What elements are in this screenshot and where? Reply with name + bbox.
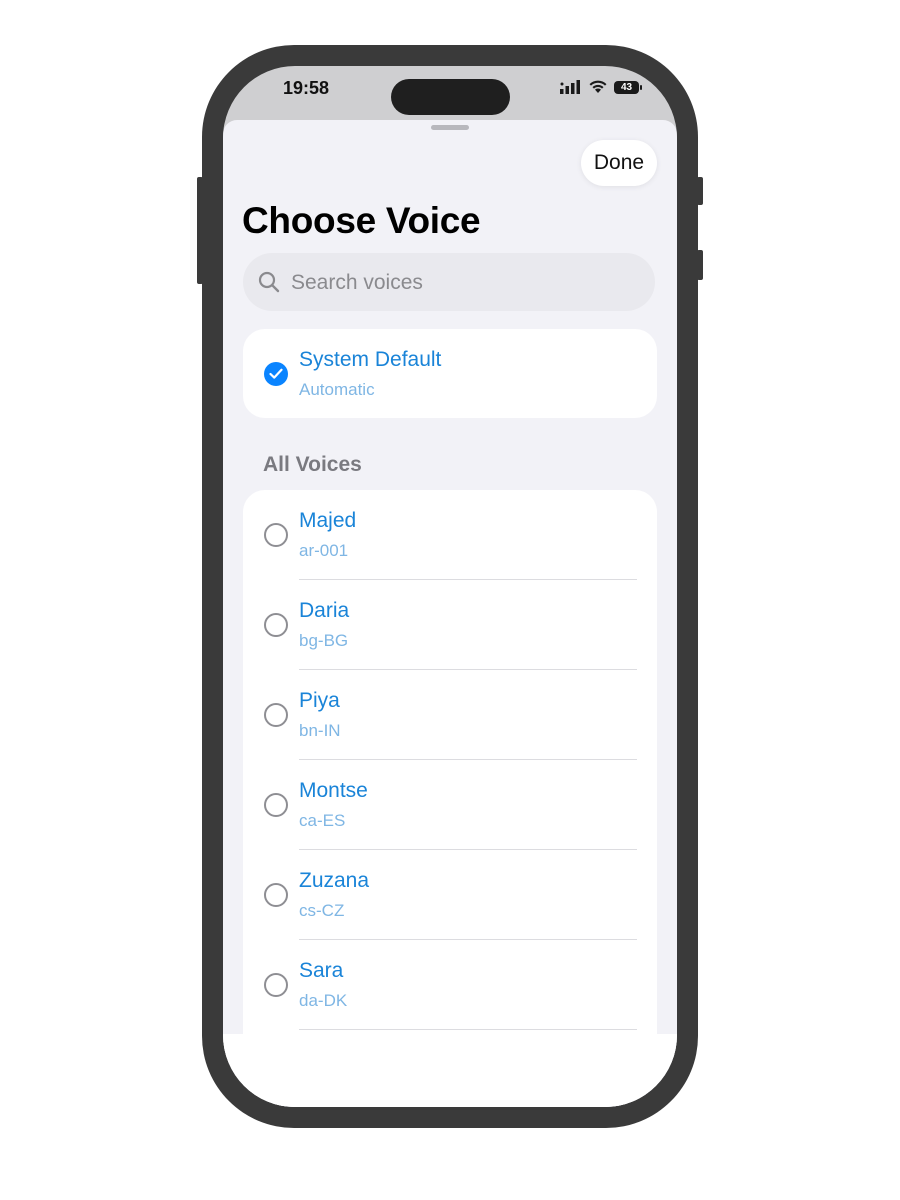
voice-row[interactable]: Piya bn-IN <box>243 670 657 760</box>
radio-empty-icon <box>264 883 288 907</box>
voice-locale: da-DK <box>299 991 348 1010</box>
status-bar: 19:58 43 <box>223 66 677 118</box>
page-title: Choose Voice <box>242 200 481 241</box>
voice-name: Daria <box>299 599 350 622</box>
sheet-grabber[interactable] <box>431 125 469 130</box>
side-button-upper <box>697 177 703 205</box>
default-voice-row[interactable]: System Default Automatic <box>243 329 657 418</box>
choose-voice-sheet: Done Choose Voice System Default Automat… <box>223 120 677 1107</box>
screen: 19:58 43 Done Choose Voice Search voices… <box>223 66 677 1107</box>
voice-name: Zuzana <box>299 869 370 892</box>
voice-row[interactable]: Montse ca-ES <box>243 760 657 850</box>
voice-name: Sara <box>299 959 344 982</box>
radio-empty-icon <box>264 613 288 637</box>
wifi-icon <box>589 80 607 93</box>
radio-empty-icon <box>264 793 288 817</box>
voice-row[interactable]: Daria bg-BG <box>243 580 657 670</box>
signal-icon <box>560 80 580 94</box>
voice-name: Majed <box>299 509 357 532</box>
silent-switch <box>197 177 203 284</box>
default-voice-card: System Default Automatic <box>243 329 657 418</box>
side-button-lower <box>697 250 703 280</box>
search-input[interactable] <box>289 253 633 313</box>
voices-list: Majed ar-001 Daria bg-BG Piya bn-IN Mont… <box>243 490 657 1107</box>
bottom-safe-area <box>223 1034 677 1107</box>
row-divider <box>299 1029 637 1030</box>
search-icon <box>258 271 280 293</box>
voice-locale: ar-001 <box>299 541 349 560</box>
voice-locale: ca-ES <box>299 811 346 830</box>
checkmark-icon <box>264 362 288 386</box>
voice-row[interactable]: Zuzana cs-CZ <box>243 850 657 940</box>
section-header-all-voices: All Voices <box>263 453 362 476</box>
done-button[interactable]: Done <box>581 140 657 186</box>
default-voice-name: System Default <box>299 348 442 371</box>
radio-empty-icon <box>264 973 288 997</box>
voice-row[interactable]: Majed ar-001 <box>243 490 657 580</box>
status-time: 19:58 <box>283 78 330 98</box>
dynamic-island <box>391 79 510 115</box>
voice-locale: bn-IN <box>299 721 341 740</box>
radio-empty-icon <box>264 703 288 727</box>
radio-empty-icon <box>264 523 288 547</box>
voice-row[interactable]: Sara da-DK <box>243 940 657 1030</box>
voice-locale: cs-CZ <box>299 901 345 920</box>
voice-name: Montse <box>299 779 368 802</box>
status-icons: 43 <box>560 80 642 94</box>
voice-name: Piya <box>299 689 340 712</box>
search-bar[interactable] <box>243 253 655 313</box>
default-voice-subtitle: Automatic <box>299 380 375 399</box>
voice-locale: bg-BG <box>299 631 349 650</box>
battery-icon: 43 <box>614 80 642 94</box>
